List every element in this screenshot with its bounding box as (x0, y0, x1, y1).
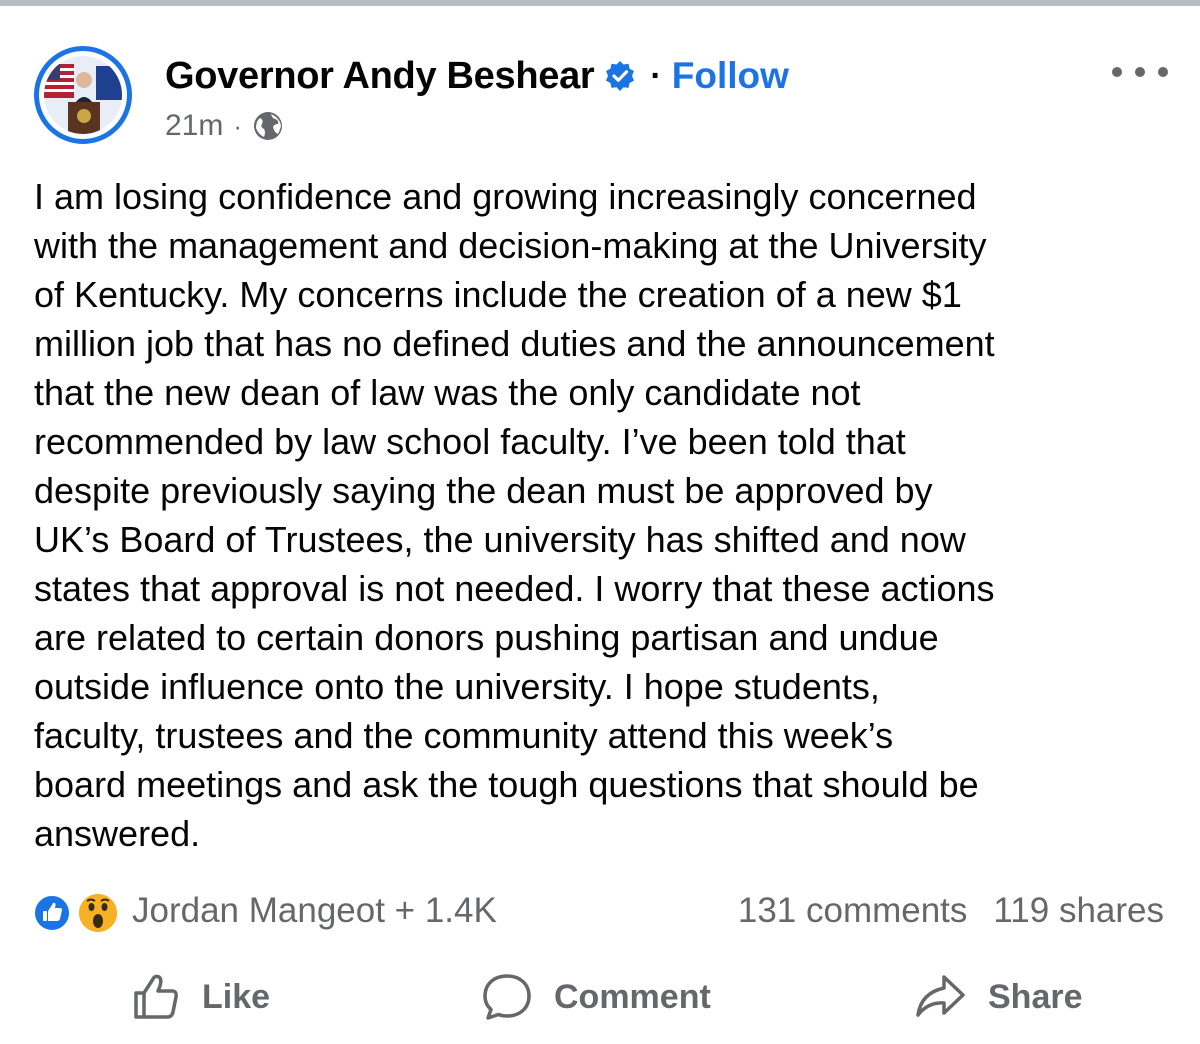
globe-icon[interactable] (252, 110, 284, 142)
avatar-image (44, 56, 122, 134)
post-body-line: are related to certain donors pushing pa… (34, 617, 939, 658)
author-name[interactable]: Governor Andy Beshear (165, 55, 595, 98)
separator-dot: · (650, 56, 662, 95)
speech-bubble-icon (483, 974, 531, 1020)
verified-badge-icon (604, 60, 636, 92)
post-body: I am losing confidence and growing incre… (34, 172, 1174, 858)
post-body-line: states that approval is not needed. I wo… (34, 568, 995, 609)
comment-label: Comment (554, 977, 711, 1016)
post-timestamp[interactable]: 21m (165, 109, 223, 143)
post-body-line: that the new dean of law was the only ca… (34, 372, 861, 413)
thumbs-up-icon (134, 974, 178, 1019)
share-button[interactable]: Share (912, 962, 1083, 1032)
post-body-line: recommended by law school faculty. I’ve … (34, 421, 906, 462)
reactions-text: Jordan Mangeot + 1.4K (132, 891, 497, 930)
facebook-post: Governor Andy Beshear · Follow 21m · I a… (0, 6, 1200, 1044)
comments-count[interactable]: 131 comments (738, 891, 968, 931)
share-arrow-icon (916, 975, 965, 1017)
like-reaction-icon (32, 893, 72, 933)
post-meta: 21m · (165, 106, 284, 146)
post-body-line: outside influence onto the university. I… (34, 666, 880, 707)
reaction-icons (32, 889, 124, 935)
post-body-line: with the management and decision-making … (34, 225, 987, 266)
shares-count[interactable]: 119 shares (993, 891, 1164, 931)
post-body-line: million job that has no defined duties a… (34, 323, 995, 364)
post-body-line: board meetings and ask the tough questio… (34, 764, 979, 805)
share-label: Share (988, 977, 1083, 1016)
avatar[interactable] (34, 46, 132, 144)
post-body-line: despite previously saying the dean must … (34, 470, 933, 511)
like-button[interactable]: Like (130, 962, 270, 1032)
follow-button[interactable]: Follow (672, 55, 789, 97)
post-body-line: answered. (34, 813, 201, 854)
more-options-icon[interactable] (1112, 60, 1168, 84)
wow-reaction-icon (76, 891, 120, 935)
comment-button[interactable]: Comment (480, 962, 711, 1032)
post-body-line: faculty, trustees and the community atte… (34, 715, 894, 756)
post-body-line: I am losing confidence and growing incre… (34, 176, 977, 217)
separator-dot: · (233, 110, 243, 141)
post-body-line: UK’s Board of Trustees, the university h… (34, 519, 966, 560)
post-header: Governor Andy Beshear · Follow (165, 50, 789, 102)
like-label: Like (202, 977, 271, 1016)
action-bar: Like Comment Share (0, 962, 1200, 1032)
reactions-summary[interactable]: Jordan Mangeot + 1.4K (32, 886, 497, 936)
post-body-line: of Kentucky. My concerns include the cre… (34, 274, 962, 315)
engagement-counts: 131 comments 119 shares (738, 886, 1164, 936)
